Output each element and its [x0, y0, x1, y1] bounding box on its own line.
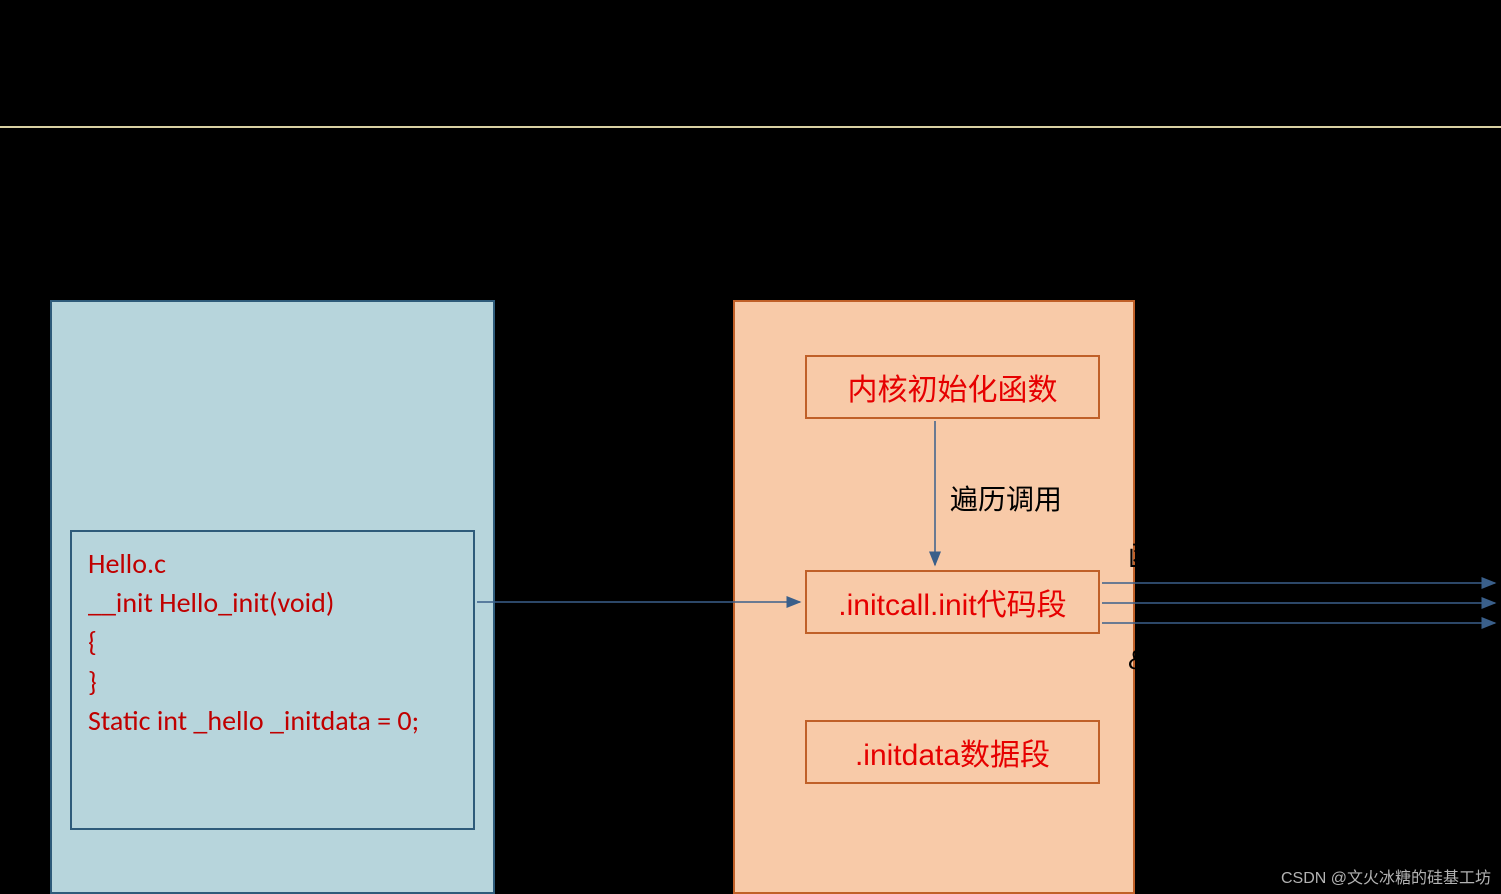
- initcall-box: .initcall.init代码段: [805, 570, 1100, 634]
- func-label: 函数: [1128, 535, 1184, 575]
- code-line-1: Hello.c: [88, 544, 457, 583]
- code-line-4: }: [88, 662, 457, 701]
- initcall-label: .initcall.init代码段: [838, 580, 1066, 624]
- code-box: Hello.c __init Hello_init(void) { } Stat…: [70, 530, 475, 830]
- watermark: CSDN @文火冰糖的硅基工坊: [1281, 864, 1491, 888]
- code-line-2: __init Hello_init(void): [88, 583, 457, 622]
- initdata-label: .initdata数据段: [855, 730, 1050, 774]
- kernel-init-box: 内核初始化函数: [805, 355, 1100, 419]
- horizontal-rule: [0, 126, 1501, 128]
- traverse-label: 遍历调用: [950, 478, 1062, 518]
- hello-ref-label: &he: [1128, 644, 1178, 676]
- code-line-3: {: [88, 622, 457, 661]
- code-line-6: Static int _hello _initdata = 0;: [88, 701, 457, 740]
- kernel-init-label: 内核初始化函数: [848, 365, 1058, 409]
- initdata-box: .initdata数据段: [805, 720, 1100, 784]
